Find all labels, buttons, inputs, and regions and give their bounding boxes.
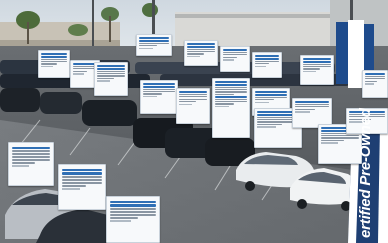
listing-card[interactable] (220, 46, 250, 72)
listing-card[interactable] (38, 50, 70, 78)
listing-card[interactable] (184, 40, 218, 66)
listing-card[interactable] (8, 142, 54, 186)
listing-card[interactable] (362, 70, 388, 98)
listing-card[interactable] (252, 52, 282, 78)
listing-card[interactable] (176, 88, 210, 124)
listing-card[interactable] (300, 55, 334, 85)
listing-card[interactable] (140, 80, 178, 114)
listing-card[interactable] (212, 78, 250, 138)
listing-card[interactable] (58, 164, 106, 210)
photo-scene: ertified Pre-Owned (0, 0, 388, 243)
listing-card[interactable] (106, 196, 160, 243)
sign-text: ertified Pre-Owned (357, 108, 374, 238)
listing-card[interactable] (136, 34, 172, 56)
listing-card[interactable] (94, 62, 128, 96)
